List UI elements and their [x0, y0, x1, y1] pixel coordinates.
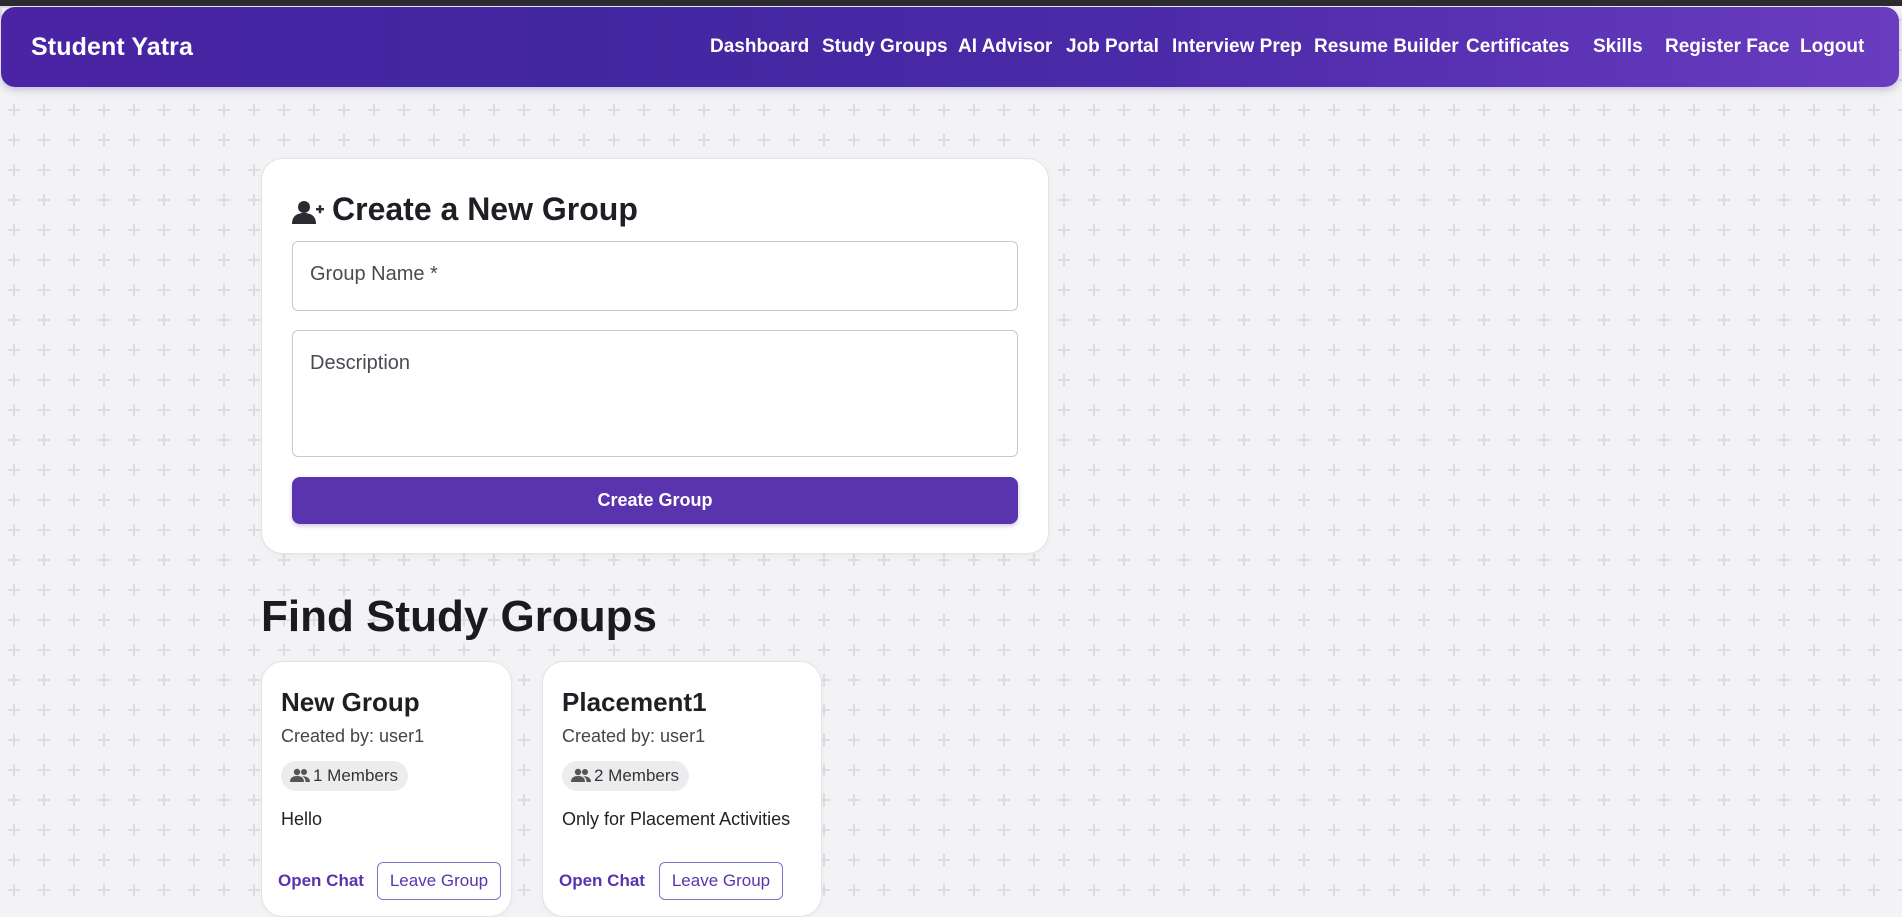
- members-count: 1 Members: [313, 766, 399, 785]
- create-group-title: Create a New Group: [332, 191, 638, 227]
- nav-link-register-face[interactable]: Register Face: [1665, 36, 1790, 58]
- nav-link-ai-advisor[interactable]: AI Advisor: [958, 36, 1052, 58]
- open-chat-button[interactable]: Open Chat: [278, 871, 364, 891]
- group-card: Placement1 Created by: user1 2 Members O…: [542, 661, 822, 917]
- create-group-button[interactable]: Create Group: [292, 477, 1018, 524]
- group-description: Only for Placement Activities: [562, 809, 791, 829]
- group-name-input[interactable]: Group Name *: [292, 241, 1018, 311]
- members-badge: 2 Members: [562, 761, 690, 791]
- nav-link-logout[interactable]: Logout: [1800, 36, 1864, 58]
- nav-links: Dashboard Study Groups AI Advisor Job Po…: [1, 36, 1899, 66]
- group-created-by: Created by: user1: [281, 726, 425, 746]
- description-placeholder: Description: [310, 352, 411, 374]
- nav-link-certificates[interactable]: Certificates: [1466, 36, 1570, 58]
- nav-link-interview-prep[interactable]: Interview Prep: [1172, 36, 1302, 58]
- group-members-icon: [290, 768, 310, 782]
- nav-link-job-portal[interactable]: Job Portal: [1066, 36, 1159, 58]
- group-description: Hello: [281, 809, 323, 829]
- group-name: New Group: [281, 687, 420, 717]
- nav-link-dashboard[interactable]: Dashboard: [710, 36, 809, 58]
- group-name: Placement1: [562, 687, 707, 717]
- create-group-card: Create a New Group Group Name * Descript…: [261, 158, 1049, 554]
- group-members-icon: [571, 768, 591, 782]
- nav-link-study-groups[interactable]: Study Groups: [822, 36, 948, 58]
- open-chat-button[interactable]: Open Chat: [559, 871, 645, 891]
- leave-group-button[interactable]: Leave Group: [659, 862, 783, 900]
- find-study-groups-title: Find Study Groups: [261, 592, 657, 641]
- description-textarea[interactable]: Description: [292, 330, 1018, 457]
- leave-group-button[interactable]: Leave Group: [377, 862, 501, 900]
- group-created-by: Created by: user1: [562, 726, 706, 746]
- nav-link-resume-builder[interactable]: Resume Builder: [1314, 36, 1459, 58]
- members-count: 2 Members: [594, 766, 680, 785]
- user-add-icon: [292, 201, 324, 224]
- members-badge: 1 Members: [281, 761, 409, 791]
- top-navbar: Student Yatra Dashboard Study Groups AI …: [1, 7, 1899, 87]
- group-name-placeholder: Group Name *: [310, 263, 438, 285]
- nav-link-skills[interactable]: Skills: [1593, 36, 1643, 58]
- group-card: New Group Created by: user1 1 Members He…: [261, 661, 512, 917]
